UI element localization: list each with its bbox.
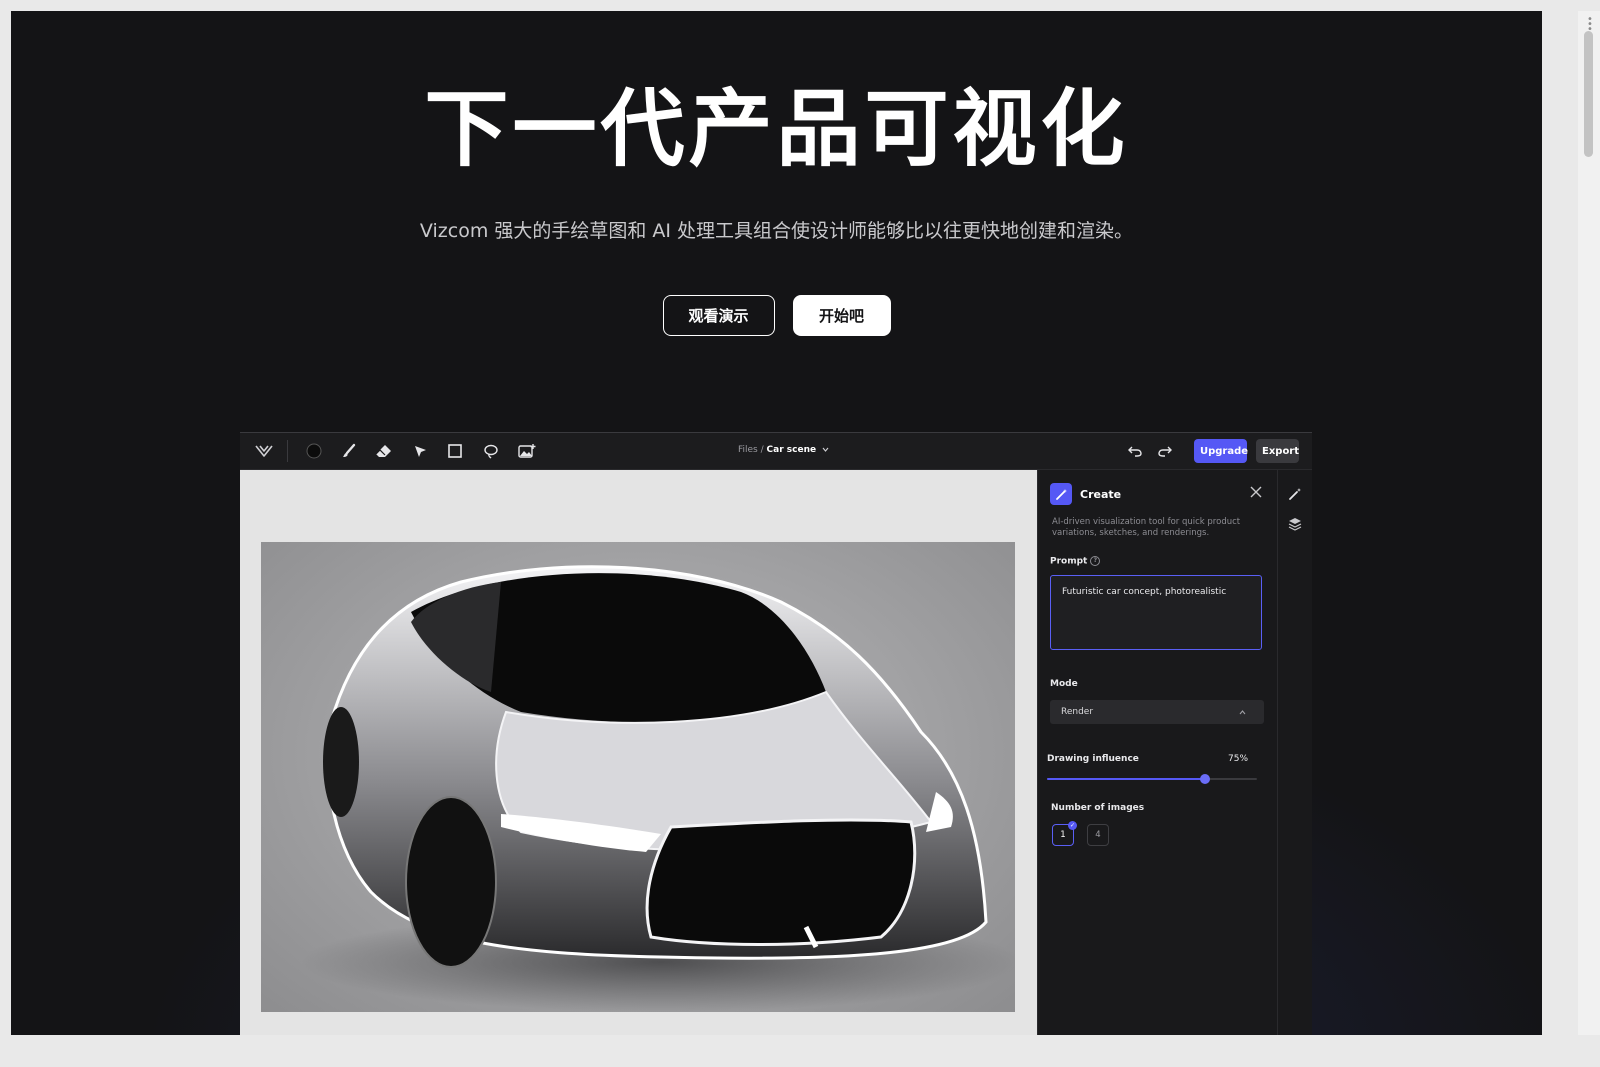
create-panel: Create AI-driven visualization tool for … [1037, 470, 1278, 1035]
lasso-icon[interactable] [481, 441, 501, 461]
app-mockup: Files / Car scene Upgrade Export Create … [240, 432, 1312, 1035]
undo-icon[interactable] [1125, 441, 1145, 461]
chevron-down-icon[interactable] [822, 445, 829, 455]
panel-title: Create [1080, 488, 1122, 501]
breadcrumb-parent[interactable]: Files / [738, 445, 764, 455]
mode-select[interactable]: Render [1050, 700, 1264, 724]
influence-value: 75% [1228, 754, 1249, 764]
more-icon[interactable]: • • • [1587, 15, 1593, 35]
drawing-canvas[interactable] [240, 470, 1037, 1035]
car-render-image [261, 542, 1015, 1012]
image-count-option-1[interactable]: 1 ✓ [1052, 821, 1077, 846]
get-started-button[interactable]: 开始吧 [792, 295, 891, 336]
prompt-label: Prompt [1050, 556, 1088, 567]
option-label: 1 [1060, 830, 1066, 840]
influence-slider[interactable] [1047, 774, 1257, 784]
right-rail [1277, 470, 1312, 1035]
browser-viewport: 下一代产品可视化 Vizcom 强大的手绘草图和 AI 处理工具组合使设计师能够… [11, 11, 1542, 1035]
layers-icon[interactable] [1288, 516, 1302, 531]
panel-description: AI-driven visualization tool for quick p… [1052, 517, 1241, 538]
scroll-thumb[interactable] [1584, 31, 1593, 157]
breadcrumb-current[interactable]: Car scene [767, 445, 817, 455]
image-count-option-4[interactable]: 4 [1087, 824, 1109, 846]
mode-label: Mode [1050, 679, 1078, 689]
hero-subtitle: Vizcom 强大的手绘草图和 AI 处理工具组合使设计师能够比以往更快地创建和… [419, 220, 1134, 242]
breadcrumb[interactable]: Files / Car scene [738, 445, 829, 455]
brush-icon[interactable] [339, 441, 359, 461]
page-scrollbar[interactable]: • • • [1578, 11, 1600, 1035]
upgrade-button[interactable]: Upgrade [1194, 439, 1248, 463]
toolbar-divider [287, 440, 288, 462]
close-icon[interactable] [1249, 484, 1263, 498]
export-button[interactable]: Export [1256, 439, 1299, 463]
help-icon[interactable]: ? [1090, 556, 1101, 566]
image-add-icon[interactable] [517, 441, 537, 461]
hero-title: 下一代产品可视化 [424, 80, 1129, 178]
cta-row: 观看演示 开始吧 [11, 295, 1542, 336]
app-toolbar: Files / Car scene Upgrade Export [240, 433, 1312, 470]
chevron-up-icon [1239, 708, 1246, 717]
rectangle-icon[interactable] [445, 441, 465, 461]
influence-label: Drawing influence [1047, 754, 1139, 764]
option-label: 4 [1095, 830, 1101, 840]
magic-wand-icon[interactable] [1288, 486, 1302, 500]
slider-fill [1047, 778, 1205, 780]
redo-icon[interactable] [1155, 441, 1175, 461]
eraser-icon[interactable] [374, 441, 394, 461]
select-arrow-icon[interactable] [410, 441, 430, 461]
images-label: Number of images [1051, 803, 1145, 813]
prompt-label-row: Prompt? [1050, 556, 1101, 567]
mode-value: Render [1061, 707, 1094, 717]
color-swatch-icon[interactable] [304, 441, 324, 461]
watch-demo-button[interactable]: 观看演示 [662, 295, 775, 336]
slider-knob[interactable] [1199, 774, 1210, 784]
vizcom-logo-icon[interactable] [254, 441, 274, 461]
check-icon: ✓ [1068, 821, 1077, 830]
magic-wand-icon [1050, 483, 1072, 505]
prompt-input[interactable]: Futuristic car concept, photorealistic [1050, 575, 1262, 650]
